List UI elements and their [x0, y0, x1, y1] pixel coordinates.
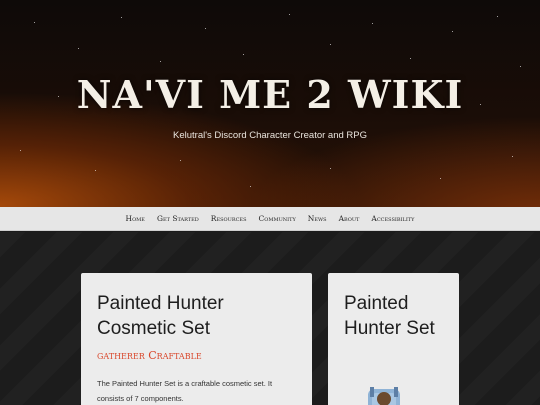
article-title: Painted Hunter Cosmetic Set [97, 293, 224, 339]
site-tagline: Kelutral's Discord Character Creator and… [173, 130, 367, 141]
infobox-card: Painted Hunter Set [328, 273, 459, 405]
nav-home[interactable]: Home [126, 214, 145, 223]
nav-about[interactable]: About [339, 214, 360, 223]
nav-news[interactable]: News [308, 214, 327, 223]
infobox-title: Painted Hunter Set [344, 293, 435, 339]
nav-accessibility[interactable]: Accessibility [371, 214, 414, 223]
article-intro: The Painted Hunter Set is a craftable co… [97, 379, 273, 403]
article-card: Painted Hunter Cosmetic Set gatherer Cra… [81, 273, 312, 405]
painted-hunter-item-icon[interactable] [364, 383, 404, 405]
nav-community[interactable]: Community [259, 214, 296, 223]
main-navigation: Home Get Started Resources Community New… [0, 207, 540, 231]
site-title[interactable]: NA'VI ME 2 WIKI [0, 72, 540, 117]
nav-get-started[interactable]: Get Started [157, 214, 199, 223]
nav-resources[interactable]: Resources [211, 214, 247, 223]
hero-banner: NA'VI ME 2 WIKI Kelutral's Discord Chara… [0, 0, 540, 207]
craftable-tag[interactable]: gatherer Craftable [97, 349, 296, 362]
